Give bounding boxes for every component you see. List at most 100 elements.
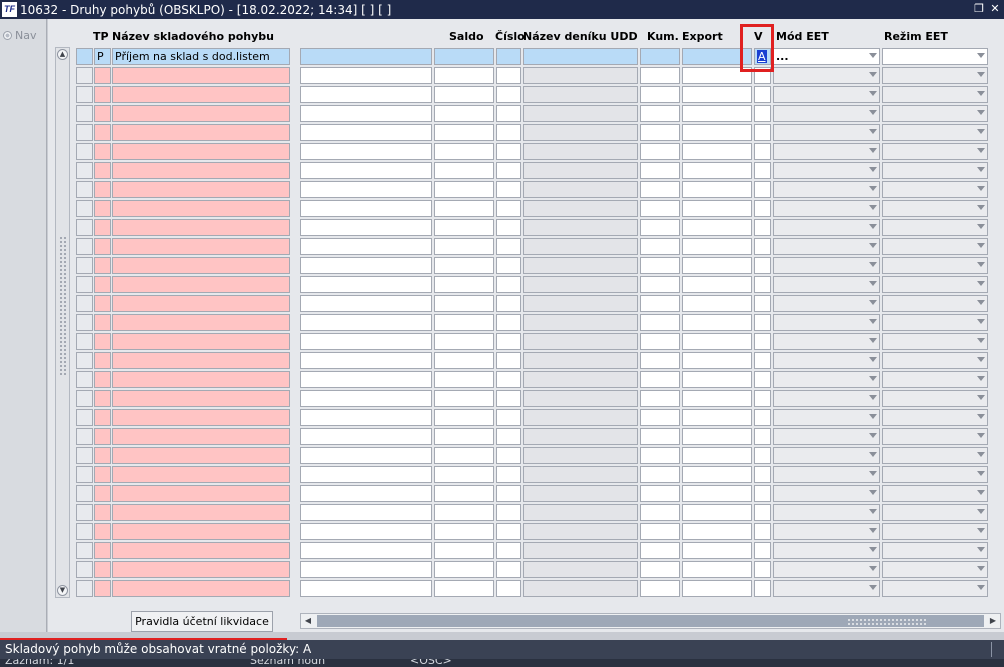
cell-export[interactable] [682,390,752,407]
chevron-down-icon[interactable] [977,148,985,153]
table-row[interactable] [76,142,1001,161]
cell-export[interactable] [682,333,752,350]
cell-v[interactable] [754,333,771,350]
cell-tp-flag[interactable] [76,390,93,407]
cell-ud[interactable] [523,276,638,293]
cell-export[interactable] [682,371,752,388]
cell-desc[interactable] [300,86,432,103]
cell-ud[interactable] [523,352,638,369]
cell-desc[interactable] [300,124,432,141]
table-row[interactable] [76,199,1001,218]
chevron-down-icon[interactable] [869,376,877,381]
cell-kum[interactable] [640,276,680,293]
cell-tp[interactable] [94,219,111,236]
cell-name[interactable] [112,86,290,103]
cell-cislo[interactable] [496,295,521,312]
cell-ud[interactable] [523,181,638,198]
chevron-down-icon[interactable] [977,585,985,590]
cell-ud[interactable] [523,580,638,597]
table-row[interactable] [76,85,1001,104]
cell-v[interactable] [754,200,771,217]
cell-tp[interactable] [94,561,111,578]
cell-kum[interactable] [640,238,680,255]
cell-rezim-eet[interactable] [882,333,988,350]
chevron-down-icon[interactable] [869,300,877,305]
cell-rezim-eet[interactable] [882,504,988,521]
chevron-down-icon[interactable] [977,433,985,438]
table-row[interactable] [76,465,1001,484]
cell-tp[interactable] [94,390,111,407]
cell-v[interactable] [754,276,771,293]
cell-v[interactable] [754,447,771,464]
scroll-thumb[interactable] [317,615,984,627]
cell-tp-flag[interactable] [76,485,93,502]
cell-kum[interactable] [640,219,680,236]
cell-tp-flag[interactable] [76,371,93,388]
cell-export[interactable] [682,219,752,236]
chevron-down-icon[interactable] [869,91,877,96]
scroll-grip[interactable] [59,236,66,376]
cell-saldo[interactable] [434,143,494,160]
cell-mod-eet[interactable] [773,390,880,407]
restore-icon[interactable]: ❐ [973,2,985,16]
cell-ud[interactable] [523,523,638,540]
cell-kum[interactable] [640,86,680,103]
cell-kum[interactable] [640,181,680,198]
cell-tp-flag[interactable] [76,352,93,369]
cell-name[interactable] [112,371,290,388]
cell-tp[interactable] [94,466,111,483]
accounting-rules-button[interactable]: Pravidla účetní likvidace [131,611,273,632]
cell-saldo[interactable] [434,485,494,502]
cell-tp-flag[interactable] [76,333,93,350]
cell-tp-flag[interactable] [76,295,93,312]
cell-mod-eet[interactable] [773,181,880,198]
cell-desc[interactable] [300,162,432,179]
chevron-down-icon[interactable] [869,433,877,438]
cell-tp[interactable] [94,504,111,521]
cell-tp[interactable] [94,352,111,369]
cell-saldo[interactable] [434,523,494,540]
scroll-left-icon[interactable]: ◀ [302,615,314,627]
chevron-down-icon[interactable] [977,338,985,343]
cell-mod-eet[interactable] [773,257,880,274]
chevron-down-icon[interactable] [869,148,877,153]
cell-saldo[interactable] [434,219,494,236]
cell-cislo[interactable] [496,542,521,559]
cell-export[interactable] [682,485,752,502]
cell-ud[interactable] [523,485,638,502]
chevron-down-icon[interactable] [977,224,985,229]
cell-rezim-eet[interactable] [882,219,988,236]
cell-rezim-eet[interactable] [882,124,988,141]
cell-kum[interactable] [640,485,680,502]
cell-mod-eet[interactable] [773,352,880,369]
cell-saldo[interactable] [434,181,494,198]
cell-name[interactable] [112,409,290,426]
chevron-down-icon[interactable] [977,395,985,400]
table-row[interactable] [76,180,1001,199]
cell-rezim-eet[interactable] [882,428,988,445]
chevron-down-icon[interactable] [977,471,985,476]
cell-desc[interactable] [300,542,432,559]
cell-saldo[interactable] [434,314,494,331]
cell-kum[interactable] [640,390,680,407]
cell-saldo[interactable] [434,428,494,445]
cell-saldo[interactable] [434,257,494,274]
cell-desc[interactable] [300,200,432,217]
cell-rezim-eet[interactable] [882,200,988,217]
cell-ud[interactable] [523,67,638,84]
cell-ud[interactable] [523,542,638,559]
cell-cislo[interactable] [496,390,521,407]
cell-saldo[interactable] [434,276,494,293]
cell-ud[interactable] [523,428,638,445]
table-row[interactable] [76,446,1001,465]
table-row[interactable] [76,313,1001,332]
cell-cislo[interactable] [496,162,521,179]
cell-v[interactable] [754,181,771,198]
cell-desc[interactable] [300,257,432,274]
table-row[interactable] [76,275,1001,294]
cell-tp-flag[interactable] [76,124,93,141]
chevron-down-icon[interactable] [977,262,985,267]
chevron-down-icon[interactable] [977,205,985,210]
cell-saldo[interactable] [434,542,494,559]
cell-mod-eet[interactable]: ... [773,48,880,65]
